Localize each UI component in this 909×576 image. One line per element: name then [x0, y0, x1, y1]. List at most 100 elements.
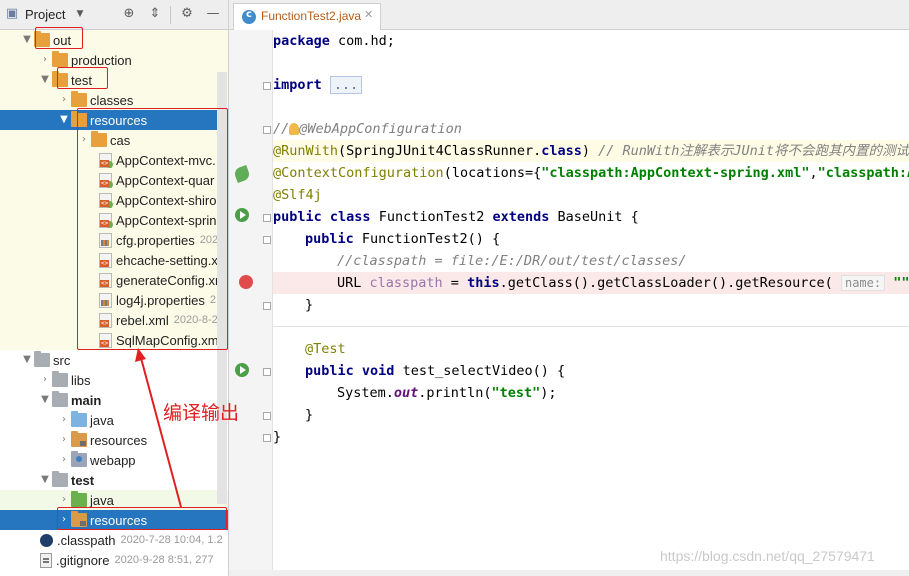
code-token: "classpath:AppContext-spring.xml" [541, 165, 810, 181]
chevron-down-icon[interactable]: ▼ [57, 110, 71, 130]
code-token: .getClass().getClassLoader().getResource… [499, 275, 833, 291]
code-token: (SpringJUnit4ClassRunner. [338, 143, 542, 159]
folder-icon [34, 351, 50, 367]
code-token: @Slf4j [273, 187, 322, 203]
code-line: //classpath = file:/E:/DR/out/test/class… [273, 250, 909, 272]
run-test-icon[interactable] [235, 208, 249, 222]
fold-marker-icon[interactable] [263, 236, 271, 244]
code-token: ) [581, 143, 591, 159]
chevron-right-icon[interactable]: › [57, 410, 71, 430]
code-token: @Test [305, 341, 346, 357]
fold-marker-icon[interactable] [263, 214, 271, 222]
tree-label: resources [90, 432, 148, 448]
code-token: "" [885, 275, 909, 291]
close-icon[interactable]: ✕ [364, 8, 373, 21]
method-separator [273, 326, 909, 327]
run-test-icon[interactable] [235, 363, 249, 377]
code-editor: FunctionTest2.java ✕ package com.hd; imp… [229, 0, 909, 576]
tree-label: .gitignore [56, 552, 110, 568]
code-token: URL [337, 275, 370, 291]
code-token: , [809, 165, 818, 181]
code-line: @ContextConfiguration(locations={"classp… [273, 162, 909, 184]
gear-icon[interactable]: ⚙ [179, 6, 195, 22]
code-line: } [273, 404, 909, 426]
code-token: FunctionTest2 [370, 209, 493, 225]
tab-functiontest2[interactable]: FunctionTest2.java ✕ [233, 3, 381, 30]
fold-marker-icon[interactable] [263, 368, 271, 376]
tree-row-src-test[interactable]: ▼ test [0, 470, 228, 490]
code-token: FunctionTest2() { [353, 231, 501, 247]
chevron-right-icon[interactable]: › [57, 90, 71, 110]
code-area[interactable]: package com.hd; import ... // @WebAppConf… [273, 30, 909, 576]
fold-marker-icon[interactable] [263, 302, 271, 310]
code-line-current: @RunWith(SpringJUnit4ClassRunner.class) … [273, 140, 909, 162]
fold-marker-icon[interactable] [263, 82, 271, 90]
tree-row-classpath[interactable]: .classpath 2020-7-28 10:04, 1.2 [0, 530, 228, 550]
hide-panel-icon[interactable]: — [205, 6, 221, 22]
code-token: class [329, 209, 371, 225]
code-token: "classpath:Ap [817, 165, 909, 181]
fold-marker-icon[interactable] [263, 412, 271, 420]
chevron-down-icon[interactable]: ▼ [20, 350, 34, 370]
code-line: package com.hd; [273, 30, 909, 52]
source-folder-icon [71, 411, 87, 427]
folder-icon [52, 471, 68, 487]
project-panel-title[interactable]: Project [25, 7, 65, 22]
chevron-down-icon[interactable]: ▼ [20, 30, 34, 50]
chevron-right-icon[interactable]: › [57, 430, 71, 450]
highlight-box-test [57, 67, 108, 89]
code-token: // [273, 121, 290, 137]
folded-imports[interactable]: ... [329, 76, 363, 94]
tree-row-webapp[interactable]: › webapp [0, 450, 228, 470]
code-token: System. [337, 385, 394, 401]
tree-row-test-output[interactable]: ▼ test [0, 70, 228, 90]
editor-horizontal-scrollbar[interactable] [229, 570, 909, 576]
tree-label: main [71, 392, 102, 408]
project-panel: ▣ Project ▼ ⊕ ⇕ ⚙ — ▼ out › production ▼… [0, 0, 229, 576]
chevron-right-icon[interactable]: › [57, 450, 71, 470]
code-token: = [442, 275, 468, 291]
code-token: ); [540, 385, 557, 401]
gitignore-icon [40, 552, 52, 568]
code-line: public void test_selectVideo() { [273, 360, 909, 382]
collapse-all-icon[interactable]: ⇕ [147, 6, 163, 22]
code-line: } [273, 294, 909, 316]
code-token: public [305, 231, 354, 247]
code-token: test_selectVideo() { [394, 363, 566, 379]
code-token: public [305, 363, 354, 379]
tree-row-src[interactable]: ▼ src [0, 350, 228, 370]
web-folder-icon [71, 451, 87, 467]
java-class-icon [242, 9, 256, 24]
tree-label: test [71, 472, 95, 488]
tree-label: java [90, 492, 114, 508]
code-token: } [305, 297, 314, 313]
eclipse-icon [40, 533, 53, 547]
code-token: this [467, 275, 500, 291]
tree-label: src [53, 352, 71, 368]
spring-bean-icon[interactable] [233, 165, 251, 183]
fold-marker-icon[interactable] [263, 126, 271, 134]
tree-row-main-resources[interactable]: › resources [0, 430, 228, 450]
folder-icon [52, 51, 68, 67]
code-token: void [361, 363, 395, 379]
chevron-right-icon[interactable]: › [38, 370, 52, 390]
chevron-down-icon[interactable]: ▼ [38, 390, 52, 410]
tree-label: webapp [90, 452, 136, 468]
chevron-down-icon[interactable]: ▼ [72, 6, 88, 22]
tree-row-production[interactable]: › production [0, 50, 228, 70]
file-meta: 2020-9-28 8:51, 277 [114, 554, 214, 566]
editor-gutter[interactable] [229, 30, 273, 576]
folder-icon [71, 91, 87, 107]
fold-marker-icon[interactable] [263, 434, 271, 442]
chevron-down-icon[interactable]: ▼ [38, 70, 52, 90]
highlight-box-out [35, 27, 83, 49]
tree-row-classes[interactable]: › classes [0, 90, 228, 110]
locate-icon[interactable]: ⊕ [121, 6, 137, 22]
tree-row-gitignore[interactable]: .gitignore 2020-9-28 8:51, 277 [0, 550, 228, 570]
lightbulb-icon[interactable] [289, 123, 300, 135]
code-token: .println( [418, 385, 492, 401]
chevron-right-icon[interactable]: › [38, 50, 52, 70]
tree-row-libs[interactable]: › libs [0, 370, 228, 390]
breakpoint-icon[interactable] [239, 275, 253, 289]
chevron-down-icon[interactable]: ▼ [38, 470, 52, 490]
